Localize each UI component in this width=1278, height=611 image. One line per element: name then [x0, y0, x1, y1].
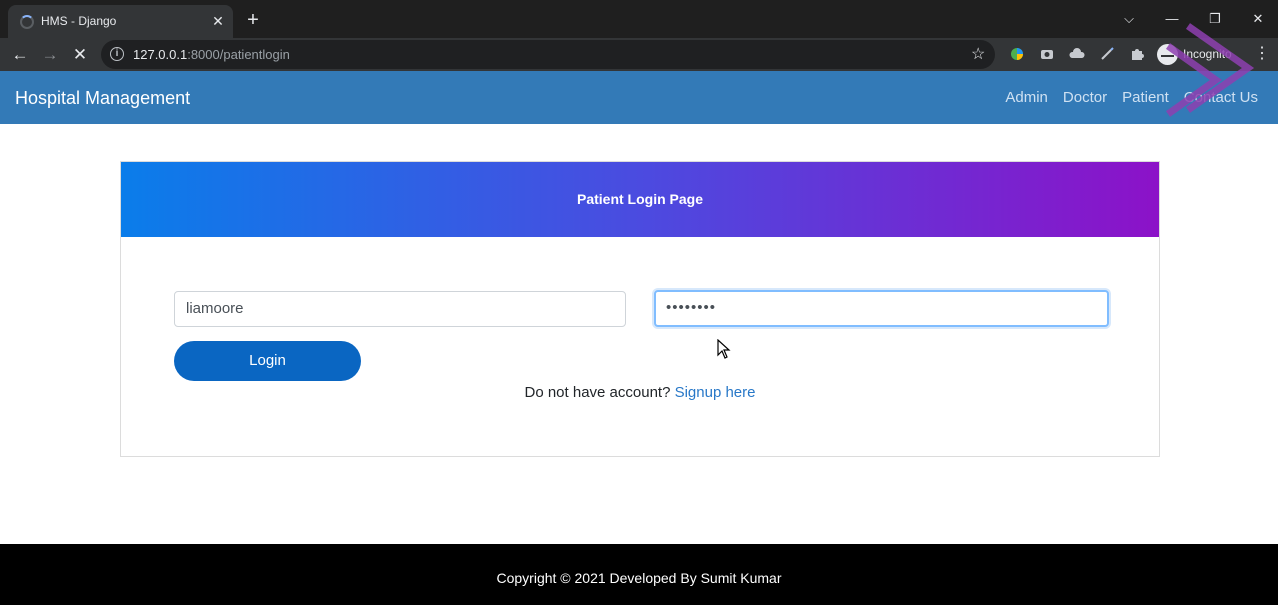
password-input[interactable]: •••••••• — [654, 290, 1109, 327]
browser-tab[interactable]: HMS - Django ✕ — [8, 5, 233, 38]
address-bar[interactable]: i 127.0.0.1:8000/patientlogin ☆ — [101, 40, 995, 69]
forward-icon[interactable]: → — [38, 43, 62, 67]
brand-title[interactable]: Hospital Management — [15, 88, 190, 109]
nav-link-admin[interactable]: Admin — [1005, 89, 1048, 106]
camera-extension-icon[interactable] — [1038, 46, 1056, 64]
login-page-title: Patient Login Page — [576, 191, 703, 207]
nav-link-doctor[interactable]: Doctor — [1063, 89, 1107, 106]
username-input[interactable]: liamoore — [174, 291, 626, 327]
puzzle-extensions-icon[interactable] — [1128, 46, 1146, 64]
browser-toolbar: ← → ✕ i 127.0.0.1:8000/patientlogin ☆ In… — [0, 38, 1278, 71]
stop-loading-icon[interactable]: ✕ — [68, 43, 92, 67]
extension-color-icon[interactable] — [1008, 46, 1026, 64]
cloud-extension-icon[interactable] — [1068, 46, 1086, 64]
login-card: Patient Login Page liamoore •••••••• Log… — [120, 161, 1160, 457]
login-card-header: Patient Login Page — [121, 162, 1159, 237]
signup-link[interactable]: Signup here — [675, 384, 756, 401]
back-icon[interactable]: ← — [8, 43, 32, 67]
signup-prompt-line: Do not have account? Signup here — [121, 384, 1159, 401]
url-text: 127.0.0.1:8000/patientlogin — [133, 47, 290, 62]
new-tab-button[interactable]: + — [242, 9, 264, 31]
bookmark-star-icon[interactable]: ☆ — [971, 44, 985, 64]
page-footer: Copyright © 2021 Developed By Sumit Kuma… — [0, 544, 1278, 605]
pen-extension-icon[interactable] — [1098, 46, 1116, 64]
login-button[interactable]: Login — [174, 341, 361, 381]
site-navbar: Hospital Management Admin Doctor Patient… — [0, 71, 1278, 124]
url-path: :8000/patientlogin — [187, 47, 290, 62]
loading-spinner-icon — [20, 15, 34, 29]
signup-prompt: Do not have account? — [524, 384, 675, 401]
footer-copyright: Copyright © 2021 Developed By Sumit Kuma… — [496, 570, 782, 586]
browser-tabstrip: HMS - Django ✕ + ⌵ — ❐ ✕ — [0, 0, 1278, 38]
tab-close-icon[interactable]: ✕ — [209, 12, 227, 30]
site-info-icon[interactable]: i — [110, 47, 124, 61]
url-host: 127.0.0.1 — [133, 47, 188, 62]
mouse-cursor-icon — [717, 339, 731, 359]
tab-search-icon[interactable]: ⌵ — [1117, 9, 1141, 29]
chevron-watermark-icon — [1165, 23, 1255, 117]
tab-title: HMS - Django — [41, 14, 117, 28]
